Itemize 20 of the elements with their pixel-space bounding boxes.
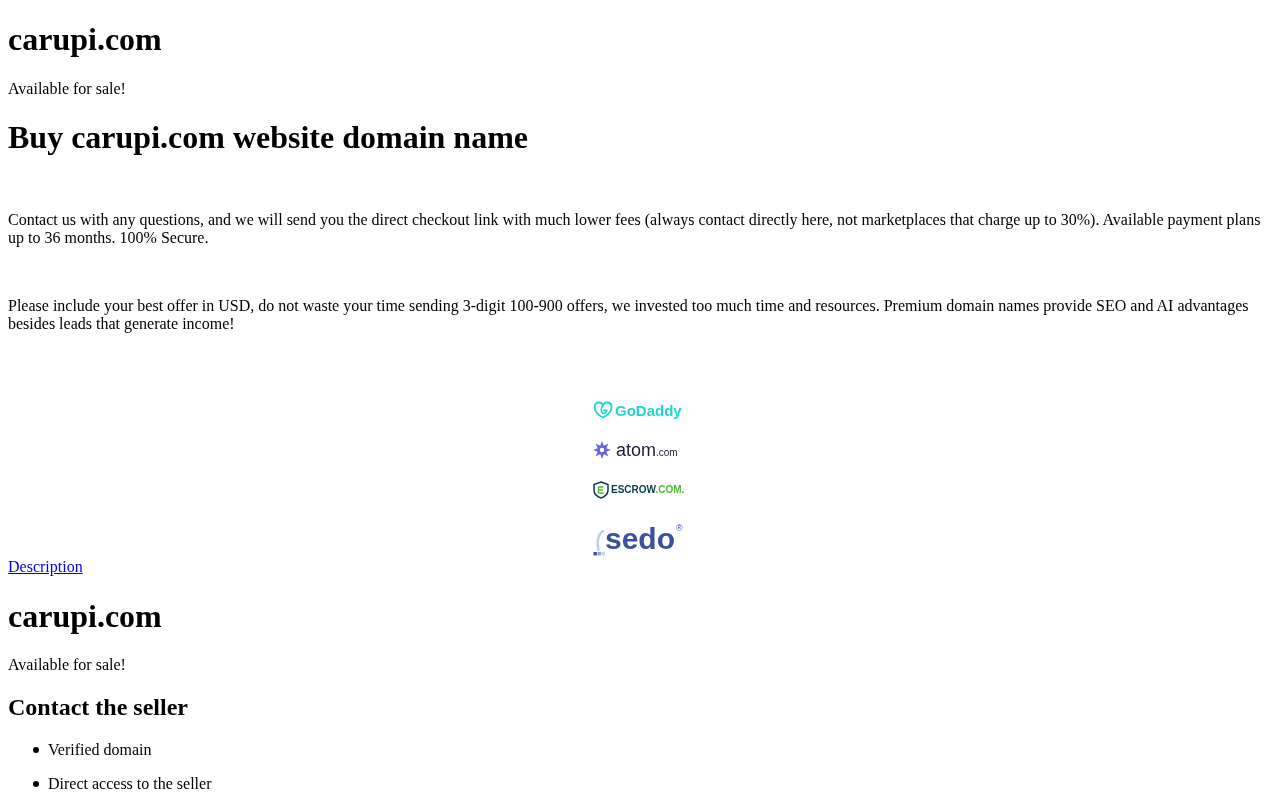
paragraph-text: Contact us with any questions, and we will send you the direct checkout link with much lower fees (always contact directly here, not marketplaces that charge up to 30%). Available payment plans up to 36 months. 100% Secure. [8, 211, 1262, 248]
list-item-text: Verified domain [48, 741, 152, 759]
heart-loop-icon [593, 401, 613, 420]
page-title: carupi.com [8, 21, 163, 59]
bullet-icon [33, 747, 39, 753]
tagline-text: Available for sale! [8, 656, 127, 675]
starburst-icon [593, 441, 611, 460]
headline: Buy carupi.com website domain name [8, 119, 529, 157]
shield-icon [593, 481, 609, 500]
section-heading: Contact the seller [8, 694, 189, 722]
logo-wordmark: sedo® [605, 524, 683, 555]
tagline-text: Available for sale! [8, 79, 127, 98]
section-title: carupi.com [8, 597, 163, 635]
list-item-text: Direct access to the seller [48, 775, 212, 793]
logo-wordmark: ESCROW.COM. [611, 485, 685, 496]
description-link[interactable]: Description [8, 558, 83, 576]
paragraph-text: Please include your best offer in USD, do not waste your time sending 3-digit 100-900 offers, we invested too much time and resources. Premium domain names provide SEO and AI advantages besides leads that generate income! [8, 297, 1250, 334]
logo-wordmark: GoDaddy [615, 402, 682, 418]
bullet-icon [33, 781, 39, 787]
logo-wordmark: atom.com [616, 441, 678, 460]
